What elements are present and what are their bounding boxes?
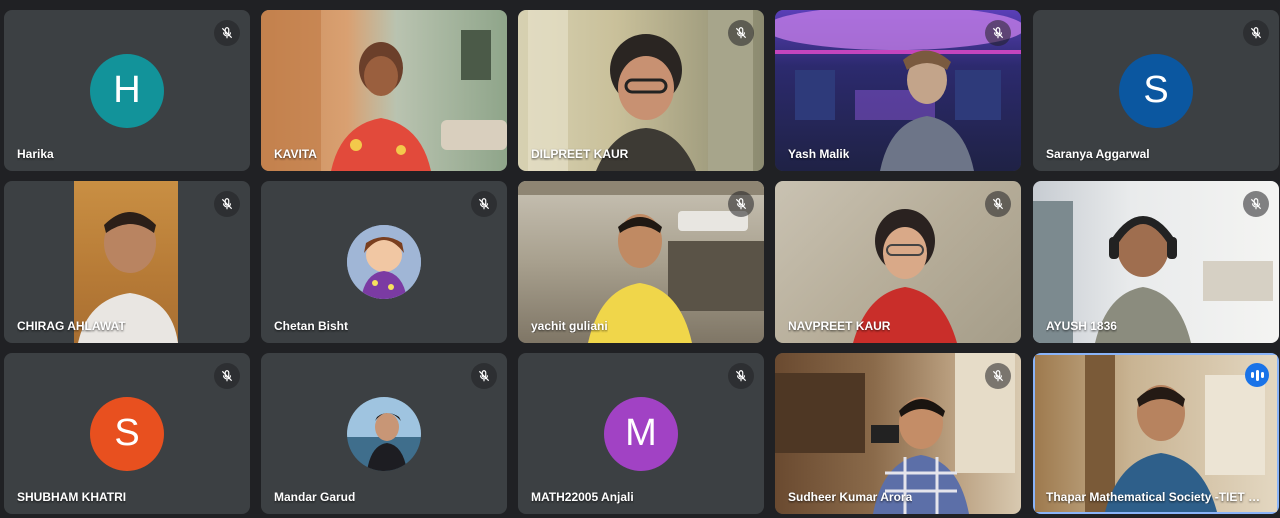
- participant-tile-yachit-guliani[interactable]: yachit guliani: [518, 181, 764, 343]
- participant-name: Sudheer Kumar Arora: [788, 490, 913, 504]
- mic-off-icon: [1243, 20, 1269, 46]
- participant-video: [1035, 355, 1277, 512]
- avatar: S: [90, 396, 164, 471]
- mic-off-icon: [728, 20, 754, 46]
- participant-name: Yash Malik: [788, 147, 850, 161]
- participant-name: KAVITA: [274, 147, 317, 161]
- participant-name: SHUBHAM KHATRI: [17, 490, 127, 504]
- participant-name: Harika: [17, 147, 54, 161]
- participant-name: Thapar Mathematical Society -TIET S...: [1046, 490, 1266, 504]
- mic-off-icon: [214, 191, 240, 217]
- mic-off-icon: [728, 191, 754, 217]
- audio-level-icon: [1245, 363, 1269, 387]
- mic-off-icon: [985, 191, 1011, 217]
- mic-off-icon: [1243, 191, 1269, 217]
- participant-tile-dilpreet-kaur[interactable]: DILPREET KAUR: [518, 10, 764, 171]
- participant-name: Saranya Aggarwal: [1046, 147, 1150, 161]
- participant-tile-ayush-1836[interactable]: AYUSH 1836: [1033, 181, 1279, 343]
- participant-tile-navpreet-kaur[interactable]: NAVPREET KAUR: [775, 181, 1021, 343]
- participant-name: NAVPREET KAUR: [788, 319, 891, 333]
- participant-tile-math22005-anjali[interactable]: M MATH22005 Anjali: [518, 353, 764, 514]
- avatar: [347, 396, 421, 471]
- participant-tile-harika[interactable]: H Harika: [4, 10, 250, 171]
- participant-tile-saranya-aggarwal[interactable]: S Saranya Aggarwal: [1033, 10, 1279, 171]
- participant-tile-kavita[interactable]: KAVITA: [261, 10, 507, 171]
- participant-tile-sudheer-kumar-arora[interactable]: Sudheer Kumar Arora: [775, 353, 1021, 514]
- participant-tile-shubham-khatri[interactable]: S SHUBHAM KHATRI: [4, 353, 250, 514]
- participant-name: DILPREET KAUR: [531, 147, 629, 161]
- participant-name: Chetan Bisht: [274, 319, 349, 333]
- mic-off-icon: [985, 363, 1011, 389]
- avatar: [347, 225, 421, 299]
- mic-off-icon: [214, 20, 240, 46]
- participant-tile-chirag-ahlawat[interactable]: CHIRAG AHLAWAT: [4, 181, 250, 343]
- mic-off-icon: [985, 20, 1011, 46]
- participant-name: AYUSH 1836: [1046, 319, 1117, 333]
- avatar: M: [604, 396, 678, 471]
- participant-name: CHIRAG AHLAWAT: [17, 319, 126, 333]
- participant-tile-mandar-garud[interactable]: Mandar Garud: [261, 353, 507, 514]
- mic-off-icon: [728, 363, 754, 389]
- participant-name: yachit guliani: [531, 319, 608, 333]
- avatar: H: [90, 53, 164, 128]
- participant-name: MATH22005 Anjali: [531, 490, 634, 504]
- participant-tile-yash-malik[interactable]: Yash Malik: [775, 10, 1021, 171]
- mic-off-icon: [214, 363, 240, 389]
- participant-name: Mandar Garud: [274, 490, 356, 504]
- mic-off-icon: [471, 191, 497, 217]
- avatar: S: [1119, 53, 1193, 128]
- mic-off-icon: [471, 363, 497, 389]
- participant-tile-thapar-mathematical-society[interactable]: Thapar Mathematical Society -TIET S...: [1033, 353, 1279, 514]
- participant-tile-chetan-bisht[interactable]: Chetan Bisht: [261, 181, 507, 343]
